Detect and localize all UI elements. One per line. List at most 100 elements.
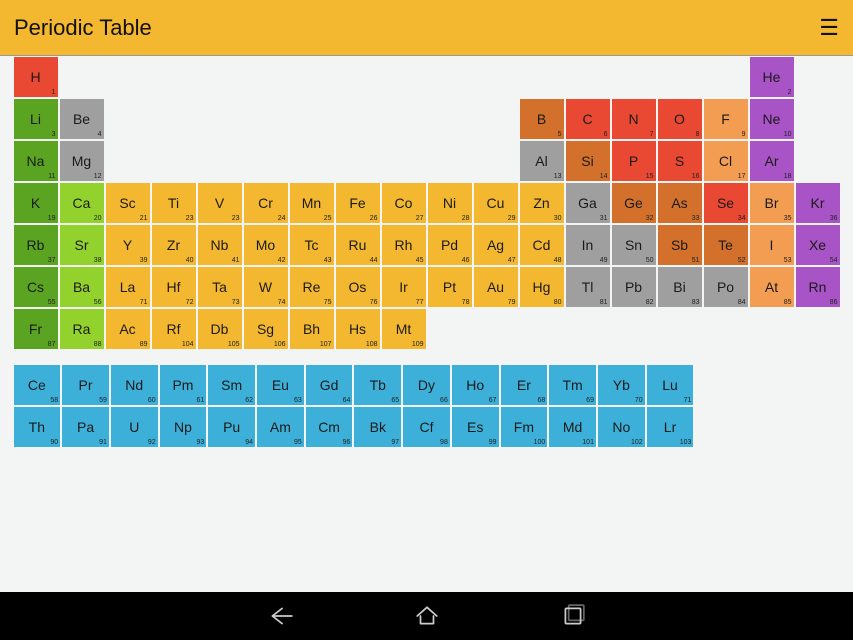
- element-cell-tb[interactable]: Tb65: [353, 364, 402, 406]
- element-cell-ne[interactable]: Ne10: [749, 98, 795, 140]
- element-cell-tm[interactable]: Tm69: [548, 364, 597, 406]
- element-cell-zn[interactable]: Zn30: [519, 182, 565, 224]
- element-cell-bh[interactable]: Bh107: [289, 308, 335, 350]
- element-cell-dy[interactable]: Dy66: [402, 364, 451, 406]
- element-cell-rh[interactable]: Rh45: [381, 224, 427, 266]
- element-cell-bi[interactable]: Bi83: [657, 266, 703, 308]
- recents-icon[interactable]: [560, 603, 586, 629]
- element-cell-th[interactable]: Th90: [13, 406, 62, 448]
- element-cell-c[interactable]: C6: [565, 98, 611, 140]
- element-cell-hg[interactable]: Hg80: [519, 266, 565, 308]
- element-cell-sn[interactable]: Sn50: [611, 224, 657, 266]
- element-cell-o[interactable]: O8: [657, 98, 703, 140]
- element-cell-re[interactable]: Re75: [289, 266, 335, 308]
- element-cell-ba[interactable]: Ba56: [59, 266, 105, 308]
- element-cell-ir[interactable]: Ir77: [381, 266, 427, 308]
- element-cell-mt[interactable]: Mt109: [381, 308, 427, 350]
- element-cell-pm[interactable]: Pm61: [159, 364, 208, 406]
- element-cell-te[interactable]: Te52: [703, 224, 749, 266]
- element-cell-ru[interactable]: Ru44: [335, 224, 381, 266]
- element-cell-tc[interactable]: Tc43: [289, 224, 335, 266]
- element-cell-k[interactable]: K19: [13, 182, 59, 224]
- element-cell-eu[interactable]: Eu63: [256, 364, 305, 406]
- element-cell-fr[interactable]: Fr87: [13, 308, 59, 350]
- element-cell-sc[interactable]: Sc21: [105, 182, 151, 224]
- element-cell-ge[interactable]: Ge32: [611, 182, 657, 224]
- element-cell-i[interactable]: I53: [749, 224, 795, 266]
- element-cell-mg[interactable]: Mg12: [59, 140, 105, 182]
- element-cell-al[interactable]: Al13: [519, 140, 565, 182]
- element-cell-tl[interactable]: Tl81: [565, 266, 611, 308]
- element-cell-ca[interactable]: Ca20: [59, 182, 105, 224]
- element-cell-db[interactable]: Db105: [197, 308, 243, 350]
- element-cell-n[interactable]: N7: [611, 98, 657, 140]
- element-cell-si[interactable]: Si14: [565, 140, 611, 182]
- element-cell-ag[interactable]: Ag47: [473, 224, 519, 266]
- home-icon[interactable]: [414, 603, 440, 629]
- element-cell-am[interactable]: Am95: [256, 406, 305, 448]
- element-cell-pd[interactable]: Pd46: [427, 224, 473, 266]
- menu-icon[interactable]: ☰: [819, 17, 839, 39]
- element-cell-zr[interactable]: Zr40: [151, 224, 197, 266]
- element-cell-fm[interactable]: Fm100: [500, 406, 549, 448]
- element-cell-f[interactable]: F9: [703, 98, 749, 140]
- element-cell-rf[interactable]: Rf104: [151, 308, 197, 350]
- element-cell-sg[interactable]: Sg106: [243, 308, 289, 350]
- element-cell-cu[interactable]: Cu29: [473, 182, 519, 224]
- element-cell-pb[interactable]: Pb82: [611, 266, 657, 308]
- element-cell-sb[interactable]: Sb51: [657, 224, 703, 266]
- element-cell-po[interactable]: Po84: [703, 266, 749, 308]
- element-cell-cd[interactable]: Cd48: [519, 224, 565, 266]
- element-cell-bk[interactable]: Bk97: [353, 406, 402, 448]
- element-cell-cl[interactable]: Cl17: [703, 140, 749, 182]
- element-cell-pr[interactable]: Pr59: [61, 364, 110, 406]
- element-cell-ga[interactable]: Ga31: [565, 182, 611, 224]
- element-cell-yb[interactable]: Yb70: [597, 364, 646, 406]
- element-cell-es[interactable]: Es99: [451, 406, 500, 448]
- element-cell-lu[interactable]: Lu71: [646, 364, 695, 406]
- element-cell-sm[interactable]: Sm62: [207, 364, 256, 406]
- back-icon[interactable]: [268, 603, 294, 629]
- element-cell-p[interactable]: P15: [611, 140, 657, 182]
- element-cell-pu[interactable]: Pu94: [207, 406, 256, 448]
- element-cell-xe[interactable]: Xe54: [795, 224, 841, 266]
- element-cell-np[interactable]: Np93: [159, 406, 208, 448]
- element-cell-gd[interactable]: Gd64: [305, 364, 354, 406]
- element-cell-hs[interactable]: Hs108: [335, 308, 381, 350]
- element-cell-co[interactable]: Co27: [381, 182, 427, 224]
- element-cell-br[interactable]: Br35: [749, 182, 795, 224]
- element-cell-la[interactable]: La71: [105, 266, 151, 308]
- element-cell-ho[interactable]: Ho67: [451, 364, 500, 406]
- element-cell-li[interactable]: Li3: [13, 98, 59, 140]
- element-cell-mo[interactable]: Mo42: [243, 224, 289, 266]
- element-cell-at[interactable]: At85: [749, 266, 795, 308]
- element-cell-v[interactable]: V23: [197, 182, 243, 224]
- element-cell-he[interactable]: He2: [749, 56, 795, 98]
- element-cell-cs[interactable]: Cs55: [13, 266, 59, 308]
- element-cell-nb[interactable]: Nb41: [197, 224, 243, 266]
- element-cell-pa[interactable]: Pa91: [61, 406, 110, 448]
- element-cell-rn[interactable]: Rn86: [795, 266, 841, 308]
- element-cell-in[interactable]: In49: [565, 224, 611, 266]
- element-cell-cr[interactable]: Cr24: [243, 182, 289, 224]
- element-cell-hf[interactable]: Hf72: [151, 266, 197, 308]
- element-cell-au[interactable]: Au79: [473, 266, 519, 308]
- element-cell-mn[interactable]: Mn25: [289, 182, 335, 224]
- element-cell-ac[interactable]: Ac89: [105, 308, 151, 350]
- element-cell-lr[interactable]: Lr103: [646, 406, 695, 448]
- element-cell-cm[interactable]: Cm96: [305, 406, 354, 448]
- element-cell-ra[interactable]: Ra88: [59, 308, 105, 350]
- element-cell-na[interactable]: Na11: [13, 140, 59, 182]
- element-cell-s[interactable]: S16: [657, 140, 703, 182]
- element-cell-ta[interactable]: Ta73: [197, 266, 243, 308]
- element-cell-os[interactable]: Os76: [335, 266, 381, 308]
- element-cell-rb[interactable]: Rb37: [13, 224, 59, 266]
- element-cell-w[interactable]: W74: [243, 266, 289, 308]
- element-cell-se[interactable]: Se34: [703, 182, 749, 224]
- element-cell-ar[interactable]: Ar18: [749, 140, 795, 182]
- element-cell-er[interactable]: Er68: [500, 364, 549, 406]
- element-cell-nd[interactable]: Nd60: [110, 364, 159, 406]
- element-cell-u[interactable]: U92: [110, 406, 159, 448]
- element-cell-no[interactable]: No102: [597, 406, 646, 448]
- element-cell-h[interactable]: H1: [13, 56, 59, 98]
